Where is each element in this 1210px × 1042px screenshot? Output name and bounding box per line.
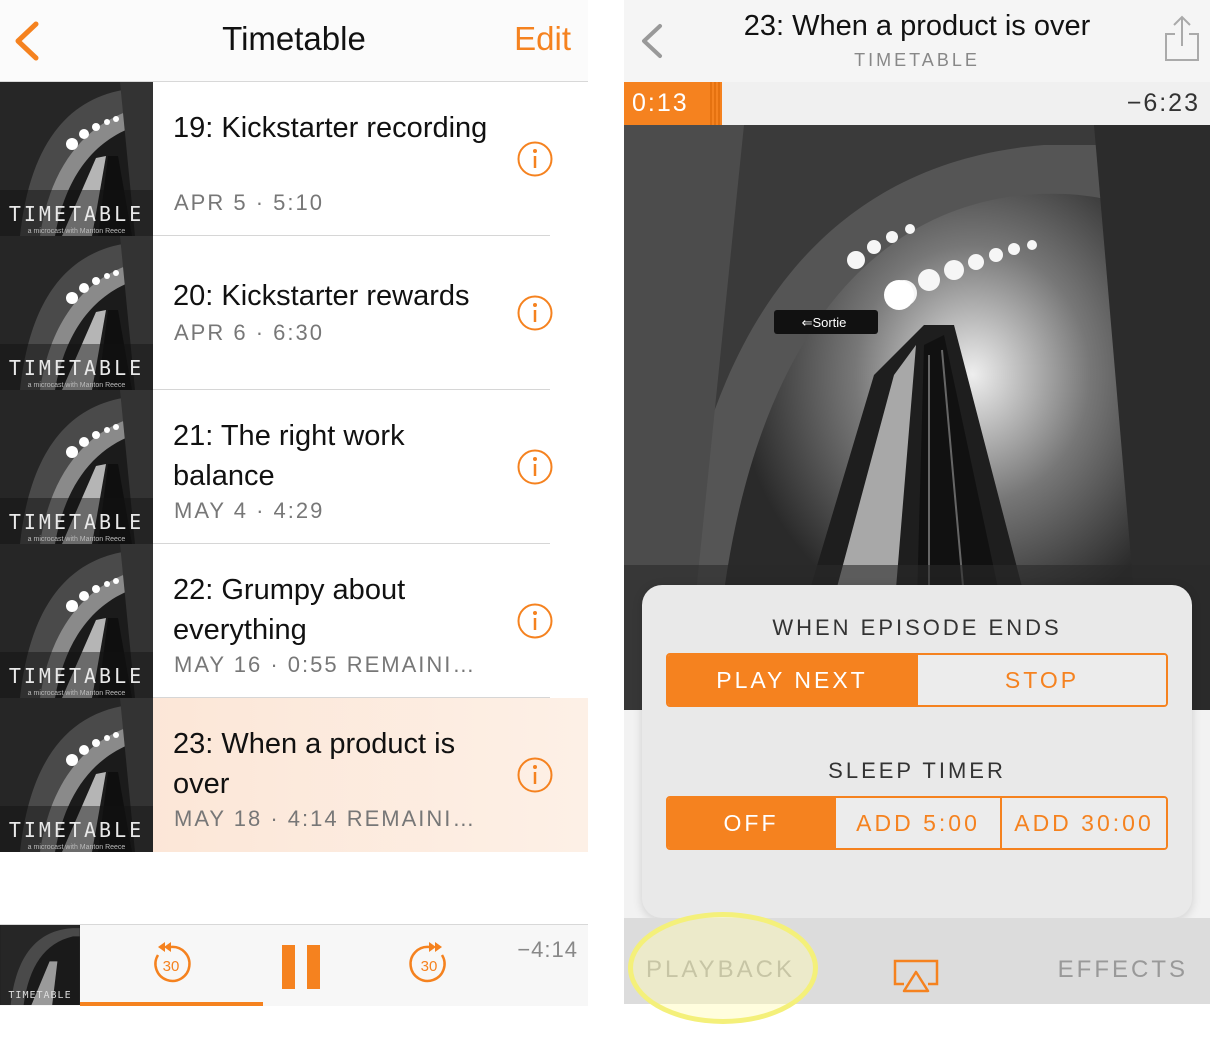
artwork-brand: TIMETABLE [8,510,145,534]
episode-meta: MAY 16 · 0:55 REMAINI… [174,652,477,677]
svg-text:⇐Sortie: ⇐Sortie [802,315,847,330]
info-icon[interactable] [516,448,554,486]
share-icon[interactable] [1162,14,1202,64]
episode-meta: APR 6 · 6:30 [174,320,324,345]
skip-forward-30-icon[interactable]: 30 [406,941,452,987]
episode-row[interactable]: TIMETABLE a microcast with Manton Reece 21… [0,390,588,544]
artwork-tagline: a microcast with Manton Reece [27,228,126,235]
info-icon[interactable] [516,294,554,332]
skip-back-label: 30 [163,958,180,975]
tab-effects[interactable]: EFFECTS [1058,956,1188,984]
episode-list-screen: Timetable Edit TIMETABLE a microcast with… [0,0,588,1042]
now-playing-screen: 23: When a product is over TIMETABLE 0:1… [624,0,1210,1004]
episode-row[interactable]: TIMETABLE a microcast with Manton Reece 19… [0,82,588,236]
episode-ends-segmented-control: PLAY NEXT STOP [666,653,1168,707]
sleep-timer-option[interactable]: OFF [668,798,834,848]
artwork-brand: TIMETABLE [8,818,145,842]
playback-options-popover: WHEN EPISODE ENDS PLAY NEXT STOP SLEEP TI… [642,585,1192,934]
when-episode-ends-label: WHEN EPISODE ENDS [772,615,1062,640]
sleep-timer-segmented-control: OFF ADD 5:00 ADD 30:00 [666,796,1168,850]
artwork-tagline: a microcast with Manton Reece [27,536,126,543]
airplay-icon[interactable] [892,958,940,994]
artwork-tagline: a microcast with Manton Reece [27,844,126,851]
mini-player: TIMETABLE 30 30 −4:14 [0,924,588,1006]
skip-forward-label: 30 [421,958,438,975]
episode-title: 19: Kickstarter recording [173,112,488,144]
episode-meta: APR 5 · 5:10 [174,190,324,215]
episode-row[interactable]: TIMETABLE a microcast with Manton Reece 22… [0,544,588,698]
scrubber-handle[interactable] [710,82,722,125]
playback-tab-highlight [628,912,818,1024]
artwork-brand: TIMETABLE [8,990,72,1001]
elapsed-time: 0:13 [632,89,689,117]
navigation-bar: Timetable Edit [0,0,588,82]
mini-player-artwork[interactable]: TIMETABLE [0,925,80,1005]
skip-back-30-icon[interactable]: 30 [148,941,194,987]
episode-title: 23: When a product is over [173,728,456,800]
episode-artwork: TIMETABLE a microcast with Manton Reece [0,236,153,390]
artwork-brand: TIMETABLE [8,664,145,688]
mini-player-progress [80,1002,263,1006]
artwork-tagline: a microcast with Manton Reece [27,690,126,697]
episode-ends-option[interactable]: STOP [916,655,1166,705]
remaining-time: −6:23 [1126,89,1200,117]
episode-meta: MAY 4 · 4:29 [174,498,325,523]
episode-meta: MAY 18 · 4:14 REMAINI… [174,806,477,831]
sleep-timer-option[interactable]: ADD 30:00 [1000,798,1166,848]
episode-title: 23: When a product is over [743,10,1091,42]
info-icon[interactable] [516,140,554,178]
sleep-timer-label: SLEEP TIMER [828,758,1006,783]
episode-title: 20: Kickstarter rewards [173,280,470,312]
episode-artwork: TIMETABLE a microcast with Manton Reece [0,544,153,698]
sleep-timer-option[interactable]: ADD 5:00 [834,798,1000,848]
page-title: Timetable [222,20,366,57]
mini-player-remaining: −4:14 [517,937,578,962]
edit-button[interactable]: Edit [514,20,571,58]
episode-ends-option[interactable]: PLAY NEXT [668,655,916,705]
now-playing-header: 23: When a product is over TIMETABLE [624,0,1210,82]
artwork-brand: TIMETABLE [8,356,145,380]
episode-row[interactable]: TIMETABLE a microcast with Manton Reece 23… [0,698,588,852]
podcast-name: TIMETABLE [854,50,980,70]
episode-artwork: TIMETABLE a microcast with Manton Reece [0,390,153,544]
artwork-tagline: a microcast with Manton Reece [27,382,126,389]
info-icon[interactable] [516,602,554,640]
episode-title: 22: Grumpy about everything [173,574,406,646]
episode-artwork: TIMETABLE a microcast with Manton Reece [0,698,153,852]
artwork-brand: TIMETABLE [8,202,145,226]
info-icon[interactable] [516,756,554,794]
episode-artwork: TIMETABLE a microcast with Manton Reece [0,82,153,236]
pause-button[interactable] [282,945,320,989]
scrubber[interactable]: 0:13 −6:23 [624,82,1210,125]
episode-row[interactable]: TIMETABLE a microcast with Manton Reece 20… [0,236,588,390]
episode-title: 21: The right work balance [173,420,405,492]
